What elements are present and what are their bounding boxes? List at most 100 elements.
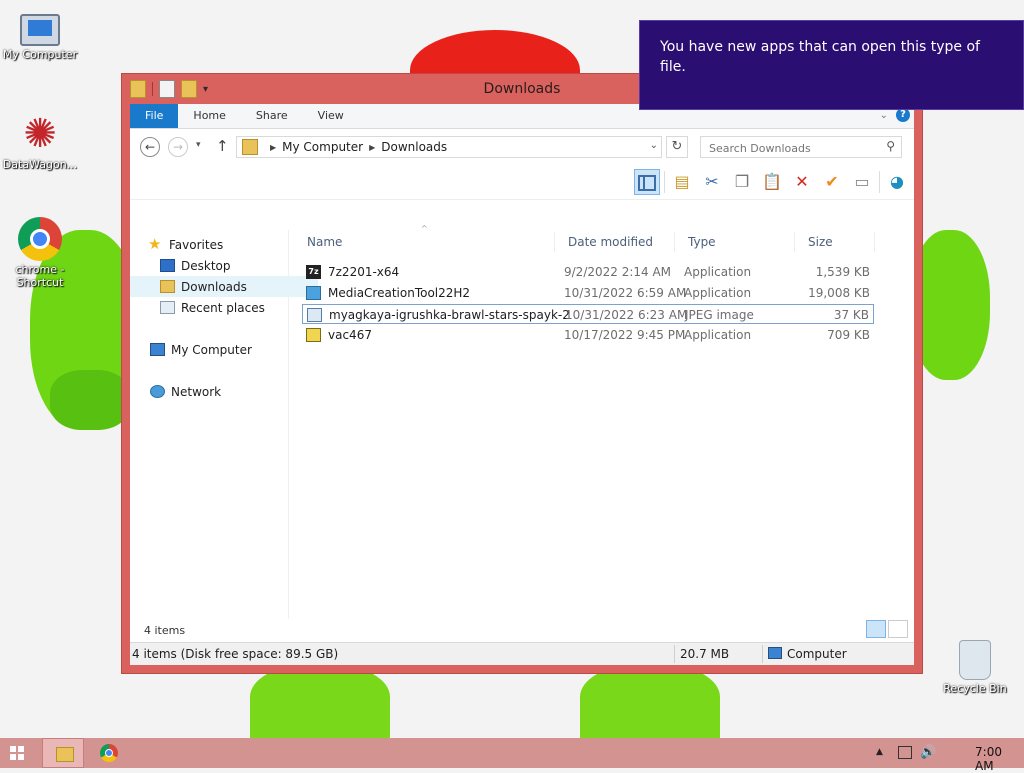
chevron-right-icon[interactable]: ▶	[270, 143, 276, 152]
column-header-type[interactable]: Type	[688, 230, 716, 254]
file-row-myagkaya-igrushka[interactable]: myagkaya-igrushka-brawl-stars-spayk-2 10…	[302, 304, 874, 324]
paste-icon[interactable]: 📋	[759, 169, 785, 195]
up-button[interactable]: ↑	[216, 137, 229, 155]
file-date: 10/17/2022 9:45 PM	[564, 328, 686, 342]
new-apps-toast[interactable]: You have new apps that can open this typ…	[639, 20, 1024, 110]
back-button[interactable]: ←	[140, 137, 160, 157]
tab-share[interactable]: Share	[241, 104, 303, 128]
search-input[interactable]	[707, 138, 881, 158]
computer-icon	[768, 647, 782, 659]
7zip-icon: 7z	[306, 265, 321, 279]
details-view-icon[interactable]	[866, 620, 886, 638]
status-summary: 4 items (Disk free space: 89.5 GB)	[132, 647, 339, 661]
file-size: 19,008 KB	[808, 286, 870, 300]
column-header-name[interactable]: Name	[307, 230, 342, 254]
file-row-mediacreationtool22h2[interactable]: MediaCreationTool22H2 10/31/2022 6:59 AM…	[302, 283, 874, 303]
command-toolbar: ▤ ✂ ❐ 📋 ✕ ✔ ▭ ◕	[130, 167, 914, 200]
nav-label: Downloads	[181, 279, 247, 294]
divider[interactable]	[794, 232, 795, 252]
file-name: myagkaya-igrushka-brawl-stars-spayk-2	[329, 308, 570, 322]
file-date: 10/31/2022 6:59 AM	[564, 286, 687, 300]
globe-icon[interactable]: ◕	[884, 169, 910, 195]
nav-item-downloads[interactable]: Downloads	[130, 276, 318, 297]
taskbar-file-explorer[interactable]	[42, 738, 84, 768]
recent-locations-dropdown[interactable]: ▾	[196, 140, 201, 150]
nav-label: Desktop	[181, 258, 231, 273]
breadcrumb-my-computer[interactable]: My Computer	[282, 140, 363, 154]
nav-item-recent-places[interactable]: Recent places	[130, 297, 318, 318]
search-icon[interactable]: ⚲	[886, 139, 895, 153]
explorer-body: ★ Favorites Desktop Downloads Recent pla…	[130, 224, 914, 619]
desktop-icon-label: chrome - Shortcut	[15, 263, 65, 289]
tab-home[interactable]: Home	[178, 104, 240, 128]
breadcrumb-downloads[interactable]: Downloads	[381, 140, 447, 154]
file-size: 709 KB	[827, 328, 870, 342]
folder-options-button[interactable]: ▤	[669, 169, 695, 195]
wallpaper-green-shape	[250, 665, 390, 745]
sort-ascending-icon: ^	[421, 224, 428, 233]
desktop-icon-label: My Computer	[2, 48, 78, 61]
properties-checkmark-icon[interactable]: ✔	[819, 169, 845, 195]
tab-view[interactable]: View	[303, 104, 359, 128]
window-client: File Home Share View ⌄ ? ← → ▾ ↑ ▶ My Co…	[130, 104, 914, 665]
forward-button[interactable]: →	[168, 137, 188, 157]
nav-label: Network	[171, 384, 222, 399]
column-header-size[interactable]: Size	[808, 230, 833, 254]
help-icon[interactable]: ?	[896, 108, 910, 122]
file-size: 37 KB	[833, 308, 869, 322]
nav-network[interactable]: Network	[130, 381, 308, 402]
desktop-icon-chrome[interactable]: chrome - Shortcut	[0, 217, 80, 289]
status-bar: 4 items (Disk free space: 89.5 GB) 20.7 …	[130, 642, 914, 665]
file-row-vac467[interactable]: vac467 10/17/2022 9:45 PM Application 70…	[302, 325, 874, 345]
rename-icon[interactable]: ▭	[849, 169, 875, 195]
toast-message: You have new apps that can open this typ…	[660, 39, 980, 75]
show-hidden-icons-icon[interactable]: ▲	[876, 747, 883, 757]
network-icon[interactable]	[898, 746, 912, 759]
chevron-down-icon[interactable]: ⌄	[650, 140, 658, 151]
datawagon-icon: ✺	[23, 111, 57, 157]
star-icon: ★	[148, 235, 162, 253]
refresh-button[interactable]: ↻	[666, 136, 688, 158]
downloads-folder-icon	[160, 280, 175, 293]
chevron-right-icon[interactable]: ▶	[369, 143, 375, 152]
taskbar-chrome-icon[interactable]	[100, 744, 118, 762]
search-box[interactable]: ⚲	[700, 136, 902, 158]
address-bar[interactable]: ▶ My Computer ▶ Downloads ⌄	[236, 136, 662, 158]
volume-icon[interactable]: 🔊	[920, 745, 936, 760]
clock[interactable]: 7:00 AM	[975, 745, 1002, 773]
delete-icon[interactable]: ✕	[789, 169, 815, 195]
windows-logo-icon	[10, 746, 16, 752]
desktop-icon-datawagon[interactable]: ✺ DataWagon...	[0, 112, 80, 171]
network-icon	[150, 385, 165, 398]
status-size: 20.7 MB	[680, 647, 730, 661]
divider[interactable]	[874, 232, 875, 252]
folder-icon	[242, 139, 258, 155]
preview-pane-button[interactable]	[634, 169, 660, 195]
windows-logo-icon	[18, 746, 24, 752]
file-type: Application	[684, 328, 752, 342]
file-row-7z2201-x64[interactable]: 7z 7z2201-x64 9/2/2022 2:14 AM Applicati…	[302, 262, 874, 282]
explorer-window: ▾ Downloads File Home Share View ⌄ ? ← →…	[122, 74, 922, 673]
wallpaper-green-shape	[910, 230, 990, 380]
computer-icon	[150, 343, 165, 356]
divider	[762, 645, 763, 663]
tab-file[interactable]: File	[130, 104, 179, 128]
desktop-icon-label: Recycle Bin	[943, 682, 1007, 695]
nav-favorites[interactable]: ★ Favorites	[130, 234, 306, 255]
wallpaper-green-shape	[50, 370, 130, 430]
column-header-date-modified[interactable]: Date modified	[568, 230, 653, 254]
nav-my-computer[interactable]: My Computer	[130, 339, 308, 360]
divider[interactable]	[554, 232, 555, 252]
nav-item-desktop[interactable]: Desktop	[130, 255, 318, 276]
expand-ribbon-icon[interactable]: ⌄	[880, 110, 888, 121]
cut-icon[interactable]: ✂	[699, 169, 725, 195]
large-icons-view-icon[interactable]	[888, 620, 908, 638]
desktop-icon	[160, 259, 175, 272]
desktop-icon-my-computer[interactable]: My Computer	[0, 8, 80, 61]
file-size: 1,539 KB	[815, 265, 870, 279]
file-name: 7z2201-x64	[328, 265, 400, 279]
divider[interactable]	[674, 232, 675, 252]
desktop-icon-recycle-bin[interactable]: Recycle Bin	[935, 636, 1015, 695]
start-button[interactable]	[10, 746, 24, 760]
copy-icon[interactable]: ❐	[729, 169, 755, 195]
